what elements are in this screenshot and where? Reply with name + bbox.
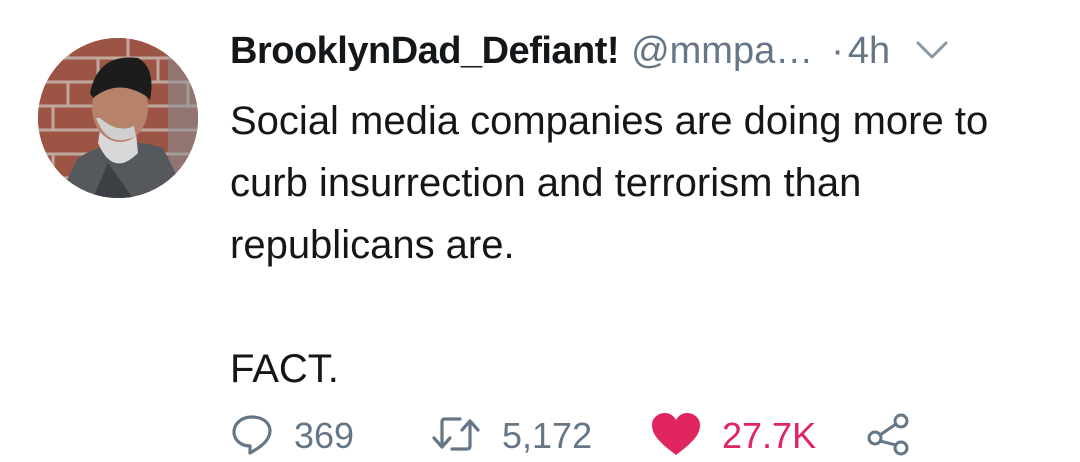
- avatar-image: [38, 38, 198, 198]
- share-icon: [865, 412, 913, 461]
- share-button[interactable]: [865, 412, 913, 461]
- tweet-content: BrooklynDad_Defiant! @mmpa… · 4h Social …: [230, 30, 1050, 400]
- timestamp[interactable]: 4h: [848, 30, 890, 73]
- like-button[interactable]: 27.7K: [650, 411, 865, 462]
- reply-count: 369: [294, 415, 355, 456]
- reply-icon: [230, 412, 274, 461]
- chevron-down-icon[interactable]: [912, 35, 952, 65]
- tweet-header: BrooklynDad_Defiant! @mmpa… · 4h: [230, 30, 1050, 86]
- reply-button[interactable]: 369: [230, 412, 430, 461]
- avatar[interactable]: [38, 38, 198, 198]
- retweet-icon: [430, 412, 482, 461]
- tweet-actions: 369 5,172 27.7K: [230, 408, 913, 462]
- display-name[interactable]: BrooklynDad_Defiant!: [230, 30, 620, 73]
- retweet-count: 5,172: [502, 415, 593, 456]
- heart-icon: [650, 411, 702, 462]
- like-count: 27.7K: [722, 415, 817, 456]
- retweet-button[interactable]: 5,172: [430, 412, 650, 461]
- tweet-text: Social media companies are doing more to…: [230, 99, 989, 391]
- separator-dot: ·: [831, 30, 844, 72]
- tweet-card[interactable]: BrooklynDad_Defiant! @mmpa… · 4h Social …: [0, 0, 1080, 462]
- user-handle[interactable]: @mmpa…: [631, 30, 813, 73]
